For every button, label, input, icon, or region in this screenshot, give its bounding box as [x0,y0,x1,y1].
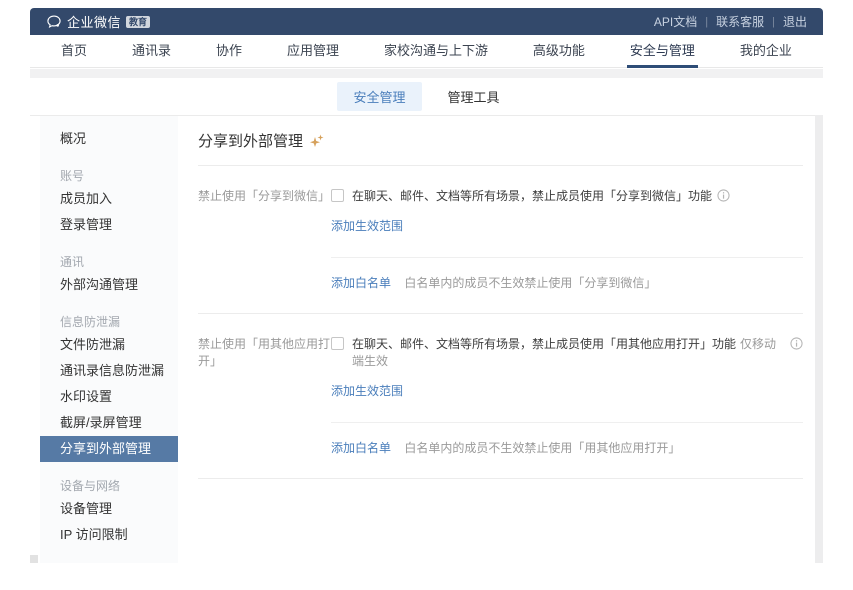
brand-name: 企业微信 [67,12,121,31]
row-divider [331,422,803,423]
premium-sparkle-icon [309,133,325,149]
add-whitelist-link[interactable]: 添加白名单 [331,441,391,455]
nav-tab-my-company[interactable]: 我的企业 [737,35,795,68]
sidebar-item-login-management[interactable]: 登录管理 [40,212,178,238]
sidebar-item-file-leak-prevention[interactable]: 文件防泄漏 [40,332,178,358]
sidebar-group-device-network: 设备与网络 [40,476,178,496]
sidebar-item-contacts-leak-prevention[interactable]: 通讯录信息防泄漏 [40,358,178,384]
section-label: 禁止使用「用其他应用打开」 [198,336,331,456]
top-links: API文档 | 联系客服 | 退出 [654,13,807,30]
sidebar-item-member-join[interactable]: 成员加入 [40,186,178,212]
nav-tab-advanced-features[interactable]: 高级功能 [530,35,588,68]
page-title: 分享到外部管理 [198,130,303,151]
info-icon[interactable] [717,189,730,202]
section-prohibit-open-with-other-apps: 禁止使用「用其他应用打开」 在聊天、邮件、文档等所有场景，禁止成员使用「用其他应… [198,314,803,456]
sidebar-item-ip-restriction[interactable]: IP 访问限制 [40,522,178,548]
scrollbar-corner [30,555,38,563]
add-scope-link[interactable]: 添加生效范围 [331,219,403,233]
contact-support-link[interactable]: 联系客服 [716,13,764,30]
sidebar-item-device-management[interactable]: 设备管理 [40,496,178,522]
top-bar: 企业微信 教育 API文档 | 联系客服 | 退出 [30,8,823,35]
sidebar-item-watermark-settings[interactable]: 水印设置 [40,384,178,410]
section-label: 禁止使用「分享到微信」 [198,188,331,291]
add-whitelist-link[interactable]: 添加白名单 [331,276,391,290]
settings-panel: 分享到外部管理 禁止使用「分享到微信」 在聊天、邮件、文档等所有场景，禁止成员使… [178,116,823,563]
sidebar-group-account: 账号 [40,166,178,186]
nav-tab-school-communication[interactable]: 家校沟通与上下游 [381,35,491,68]
sidebar-item-share-external-management[interactable]: 分享到外部管理 [40,436,178,462]
wework-logo-icon [46,14,62,30]
sidebar-group-communication: 通讯 [40,252,178,272]
tab-security-management[interactable]: 安全管理 [337,82,421,111]
nav-tab-collaboration[interactable]: 协作 [213,35,245,68]
whitelist-description: 白名单内的成员不生效禁止使用「分享到微信」 [404,276,656,290]
whitelist-description: 白名单内的成员不生效禁止使用「用其他应用打开」 [404,441,680,455]
sidebar-group-info-leak-prevention: 信息防泄漏 [40,312,178,332]
logout-link[interactable]: 退出 [783,13,807,30]
sidebar-item-overview[interactable]: 概况 [40,126,178,152]
section-divider [198,478,803,479]
divider: | [772,16,775,28]
divider: | [705,16,708,28]
card-body: 概况 账号 成员加入 登录管理 通讯 外部沟通管理 信息防泄漏 文件防泄漏 通讯… [30,116,823,563]
brand: 企业微信 教育 [46,12,150,31]
nav-tab-security-management[interactable]: 安全与管理 [627,35,698,68]
tab-management-tools[interactable]: 管理工具 [432,82,516,111]
vertical-scrollbar[interactable] [815,115,823,563]
info-icon[interactable] [790,337,803,350]
prohibit-open-other-apps-checkbox[interactable] [331,337,344,350]
prohibit-share-checkbox[interactable] [331,189,344,202]
secondary-tabs: 安全管理 管理工具 [30,78,823,116]
content-card: 安全管理 管理工具 概况 账号 成员加入 登录管理 通讯 外部沟通管理 信息防泄… [30,78,823,563]
nav-tab-app-management[interactable]: 应用管理 [284,35,342,68]
api-docs-link[interactable]: API文档 [654,13,697,30]
sidebar-item-screen-capture-management[interactable]: 截屏/录屏管理 [40,410,178,436]
settings-sidebar: 概况 账号 成员加入 登录管理 通讯 外部沟通管理 信息防泄漏 文件防泄漏 通讯… [40,116,178,563]
sidebar-item-external-communication[interactable]: 外部沟通管理 [40,272,178,298]
section-prohibit-share-to-wechat: 禁止使用「分享到微信」 在聊天、邮件、文档等所有场景，禁止成员使用「分享到微信」… [198,166,803,291]
checkbox-label: 在聊天、邮件、文档等所有场景，禁止成员使用「用其他应用打开」功能仅移动端生效 [352,336,785,370]
edition-badge: 教育 [126,16,150,28]
row-divider [331,257,803,258]
checkbox-label: 在聊天、邮件、文档等所有场景，禁止成员使用「分享到微信」功能 [352,188,712,205]
add-scope-link[interactable]: 添加生效范围 [331,384,403,398]
page: 企业微信 教育 API文档 | 联系客服 | 退出 首页 通讯录 协作 应用管理… [0,0,853,590]
nav-tab-home[interactable]: 首页 [58,35,90,68]
main-nav: 首页 通讯录 协作 应用管理 家校沟通与上下游 高级功能 安全与管理 我的企业 [30,35,823,68]
section-gap [30,69,823,78]
nav-tab-contacts[interactable]: 通讯录 [129,35,174,68]
